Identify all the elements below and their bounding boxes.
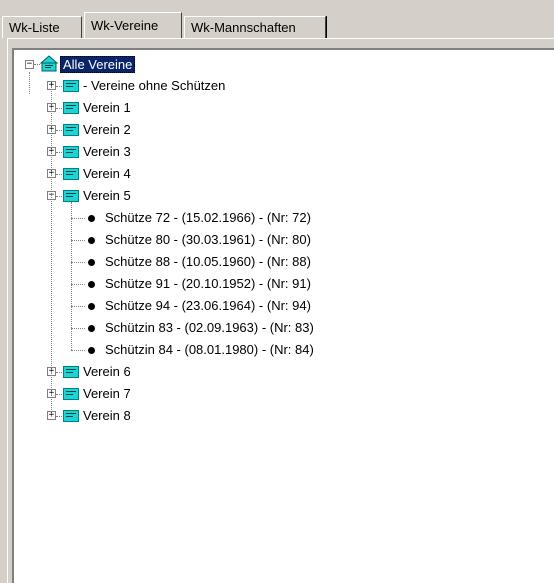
tree-connector [71, 202, 72, 350]
club-icon [63, 124, 79, 136]
tree-connector [71, 262, 85, 263]
member-label: Schützin 83 - (02.09.1963) - (Nr: 83) [105, 320, 314, 335]
club-icon [63, 80, 79, 92]
club-label: Verein 8 [83, 408, 131, 423]
member-bullet-icon [88, 237, 95, 244]
tree-connector [29, 72, 30, 94]
member-bullet-icon [88, 325, 95, 332]
tree-connector [71, 218, 85, 219]
member-label: Schützin 84 - (08.01.1980) - (Nr: 84) [105, 342, 314, 357]
club-label: Verein 6 [83, 364, 131, 379]
tree-connector [71, 284, 85, 285]
club-icon [63, 410, 79, 422]
home-folder-icon [40, 55, 58, 72]
member-label: Schütze 91 - (20.10.1952) - (Nr: 91) [105, 276, 311, 291]
club-icon [63, 388, 79, 400]
tree-connector [56, 196, 62, 197]
member-label: Schütze 94 - (23.06.1964) - (Nr: 94) [105, 298, 311, 313]
member-label: Schütze 80 - (30.03.1961) - (Nr: 80) [105, 232, 311, 247]
tree-connector [51, 86, 52, 416]
club-label: Verein 4 [83, 166, 131, 181]
member-bullet-icon [88, 259, 95, 266]
club-icon [63, 168, 79, 180]
tree-connector [56, 108, 62, 109]
member-bullet-icon [88, 303, 95, 310]
club-label: Verein 7 [83, 386, 131, 401]
tab-wk-mannschaften[interactable]: Wk-Mannschaften [184, 16, 326, 38]
member-bullet-icon [88, 281, 95, 288]
member-label: Schütze 72 - (15.02.1966) - (Nr: 72) [105, 210, 311, 225]
tree-connector [56, 394, 62, 395]
member-label: Schütze 88 - (10.05.1960) - (Nr: 88) [105, 254, 311, 269]
club-label: Verein 5 [83, 188, 131, 203]
tree-connector [56, 86, 62, 87]
club-icon [63, 190, 79, 202]
tab-edge [326, 16, 327, 38]
tree-connector [56, 174, 62, 175]
tree-connector [71, 306, 85, 307]
club-icon [63, 146, 79, 158]
club-label: - Vereine ohne Schützen [83, 78, 226, 93]
member-bullet-icon [88, 215, 95, 222]
club-label: Verein 3 [83, 144, 131, 159]
tree-connector [71, 328, 85, 329]
tab-wk-liste[interactable]: Wk-Liste [2, 16, 82, 38]
club-icon [63, 102, 79, 114]
tree-connector [56, 372, 62, 373]
tree-connector [71, 240, 85, 241]
tree-connector [71, 350, 85, 351]
tree-root-label: Alle Vereine [60, 56, 136, 73]
tree-connector [56, 130, 62, 131]
tab-wk-vereine[interactable]: Wk-Vereine [84, 12, 182, 38]
club-icon [63, 366, 79, 378]
club-tree-view[interactable]: − Alle Vereine + - Vereine ohne Schützen +… [12, 48, 554, 583]
tree-connector [56, 152, 62, 153]
club-label: Verein 1 [83, 100, 131, 115]
collapse-icon[interactable]: − [25, 60, 34, 69]
member-bullet-icon [88, 347, 95, 354]
club-label: Verein 2 [83, 122, 131, 137]
tree-connector [56, 416, 62, 417]
